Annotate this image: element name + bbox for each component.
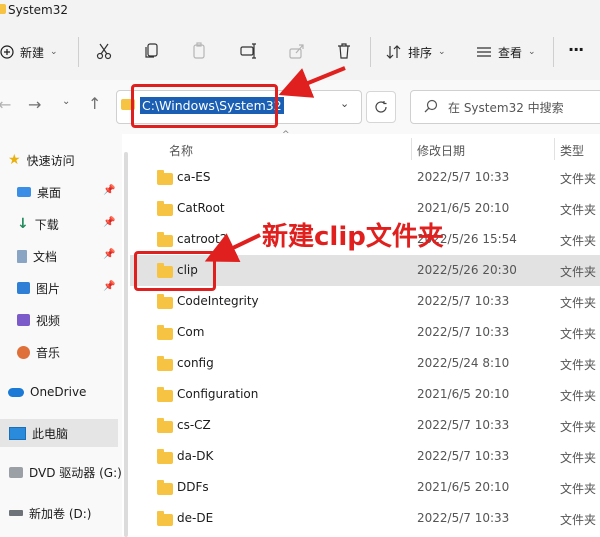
new-label: 新建 [20, 45, 45, 60]
sidebar-item-music[interactable]: 音乐 [17, 339, 135, 365]
file-row[interactable]: ca-ES 2022/5/7 10:33 文件夹 [130, 162, 600, 193]
plus-circle-icon [0, 45, 14, 59]
refresh-button[interactable] [366, 91, 396, 123]
drive-icon [9, 510, 23, 516]
file-row[interactable]: DDFs 2021/6/5 20:10 文件夹 [130, 472, 600, 503]
column-header-type[interactable]: 类型 [560, 142, 584, 159]
download-icon: ↓ [17, 216, 29, 232]
clip-highlight-box [134, 251, 216, 291]
file-row[interactable]: de-DE 2022/5/7 10:33 文件夹 [130, 503, 600, 534]
rename-icon [240, 43, 256, 59]
chevron-down-icon: ⌄ [528, 47, 536, 57]
sort-icon [386, 45, 401, 59]
sidebar-item-videos[interactable]: 视频 [17, 307, 135, 333]
folder-icon [157, 201, 173, 216]
music-icon [17, 345, 30, 359]
file-row[interactable]: da-DK 2022/5/7 10:33 文件夹 [130, 441, 600, 472]
file-row[interactable]: config 2022/5/24 8:10 文件夹 [130, 348, 600, 379]
folder-icon [0, 4, 6, 14]
scissors-icon [96, 43, 112, 60]
document-icon [17, 249, 27, 263]
toolbar-divider [78, 37, 79, 67]
more-options-button[interactable]: ··· [568, 40, 584, 59]
navigation-pane: ★ 快速访问 桌面 📌 ↓ 下载 📌 文档 📌 图片 📌 视频 音乐 OneDr… [0, 134, 122, 537]
pin-icon[interactable]: 📌 [103, 217, 115, 228]
column-divider[interactable] [411, 138, 412, 160]
refresh-icon [375, 101, 387, 113]
video-icon [17, 314, 30, 326]
forward-arrow-icon[interactable]: → [28, 95, 41, 114]
star-icon: ★ [8, 152, 21, 168]
sort-ascending-icon: ^ [282, 130, 290, 140]
annotation-label: 新建clip文件夹 [262, 222, 444, 252]
sidebar-item-quick-access[interactable]: ★ 快速访问 [8, 147, 126, 173]
sidebar-item-downloads[interactable]: ↓ 下载 [17, 211, 135, 237]
pin-icon[interactable]: 📌 [103, 249, 115, 260]
folder-icon [157, 449, 173, 464]
sidebar-item-pictures[interactable]: 图片 [17, 275, 135, 301]
view-label: 查看 [498, 45, 523, 60]
search-icon [424, 99, 438, 113]
chevron-down-icon: ⌄ [438, 47, 446, 57]
pin-icon[interactable]: 📌 [103, 281, 115, 292]
window-title: System32 [8, 3, 69, 17]
column-divider[interactable] [554, 138, 555, 160]
copy-button[interactable] [143, 42, 161, 63]
chevron-down-icon[interactable]: ⌄ [340, 97, 349, 110]
rename-button[interactable] [240, 42, 258, 63]
delete-button[interactable] [335, 42, 353, 63]
column-header-name[interactable]: 名称 [169, 142, 193, 159]
back-arrow-icon[interactable]: ← [0, 95, 11, 114]
recent-locations-chevron-icon[interactable]: ⌄ [62, 96, 70, 107]
share-button[interactable] [288, 42, 306, 63]
up-arrow-icon[interactable]: ↑ [88, 94, 101, 113]
dvd-icon [9, 466, 23, 478]
toolbar-divider [553, 37, 554, 67]
folder-icon [157, 418, 173, 433]
folder-icon [157, 480, 173, 495]
folder-icon [157, 170, 173, 185]
file-row[interactable]: cs-CZ 2022/5/7 10:33 文件夹 [130, 410, 600, 441]
trash-icon [338, 43, 350, 59]
new-button[interactable]: 新建 ⌄ [0, 38, 58, 66]
sidebar-item-this-pc[interactable]: 此电脑 [0, 419, 118, 447]
share-icon [289, 44, 304, 59]
computer-icon [9, 426, 26, 440]
chevron-down-icon: ⌄ [50, 47, 58, 57]
search-placeholder: 在 System32 中搜索 [448, 101, 564, 115]
title-bar [0, 0, 600, 24]
sidebar-item-onedrive[interactable]: OneDrive [8, 379, 126, 405]
address-highlight-box [131, 84, 278, 128]
pin-icon[interactable]: 📌 [103, 185, 115, 196]
cloud-icon [8, 387, 24, 397]
paste-icon [193, 42, 205, 59]
sidebar-scrollbar[interactable] [124, 152, 128, 537]
folder-icon [157, 325, 173, 340]
file-row[interactable]: Configuration 2021/6/5 20:10 文件夹 [130, 379, 600, 410]
cut-button[interactable] [95, 42, 113, 63]
sidebar-item-drive-d[interactable]: 新加卷 (D:) [9, 500, 127, 526]
column-header-date[interactable]: 修改日期 [417, 142, 465, 159]
view-button[interactable]: 查看 ⌄ [476, 38, 536, 66]
paste-button[interactable] [191, 42, 209, 63]
folder-icon [157, 511, 173, 526]
folder-icon [157, 232, 173, 247]
view-icon [477, 47, 491, 57]
sidebar-item-desktop[interactable]: 桌面 [17, 179, 135, 205]
folder-icon [157, 387, 173, 402]
folder-icon [157, 356, 173, 371]
desktop-icon [17, 187, 31, 197]
sort-button[interactable]: 排序 ⌄ [386, 38, 446, 66]
sidebar-item-dvd-drive[interactable]: DVD 驱动器 (G:) [9, 459, 127, 485]
file-row[interactable]: Com 2022/5/7 10:33 文件夹 [130, 317, 600, 348]
copy-icon [145, 43, 158, 58]
toolbar-divider [370, 37, 371, 67]
pictures-icon [17, 282, 30, 294]
sidebar-item-documents[interactable]: 文档 [17, 243, 135, 269]
folder-icon [157, 294, 173, 309]
sort-label: 排序 [408, 45, 433, 60]
